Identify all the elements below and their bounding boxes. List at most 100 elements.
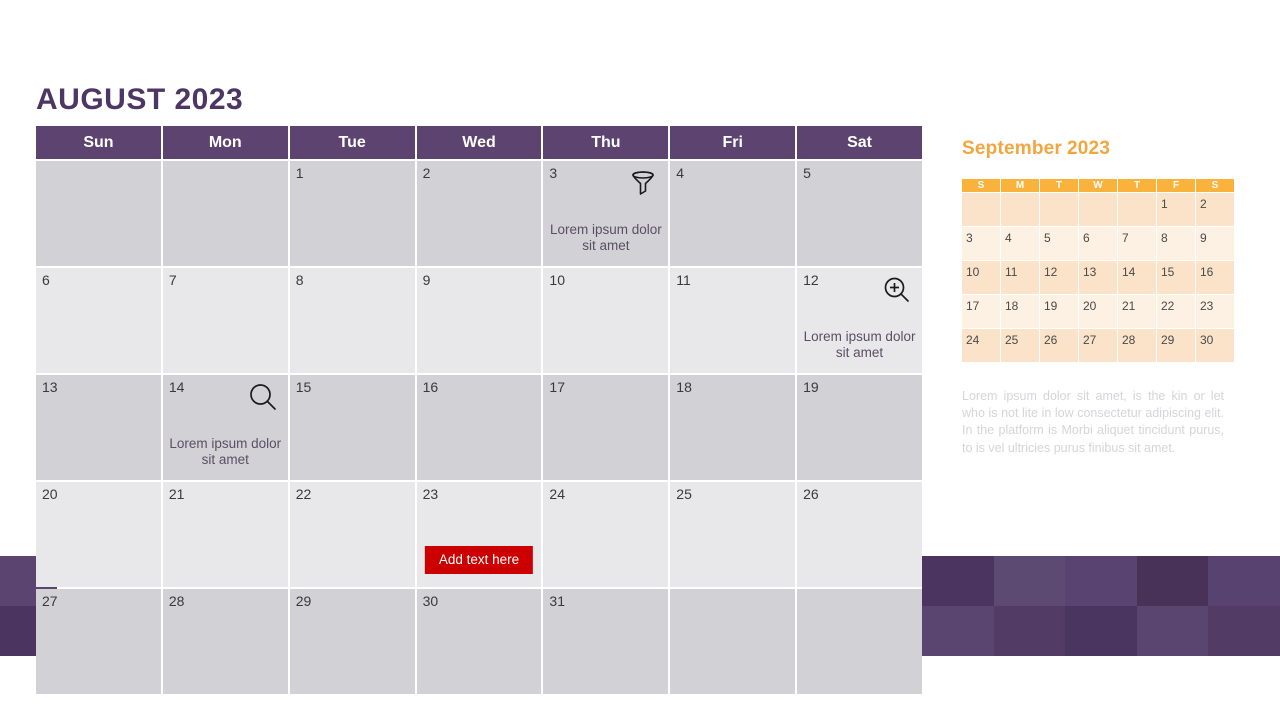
decor-block — [922, 606, 994, 656]
calendar-day-cell[interactable]: 16 — [416, 375, 542, 480]
calendar-day-cell[interactable]: 4 — [670, 161, 796, 266]
calendar-day-cell[interactable]: 19 — [797, 375, 922, 480]
mini-calendar-day-cell[interactable]: 21 — [1118, 295, 1156, 328]
calendar-day-cell[interactable]: 3 Lorem ipsum dolor sit amet — [543, 161, 669, 266]
calendar-day-cell[interactable]: 26 — [797, 482, 922, 587]
calendar-day-cell[interactable]: 22 — [289, 482, 415, 587]
calendar-day-number: 6 — [42, 272, 50, 288]
mini-calendar-day-cell[interactable]: 9 — [1196, 227, 1234, 260]
search-icon[interactable] — [246, 380, 280, 414]
calendar-day-number: 11 — [676, 272, 691, 288]
mini-calendar-day-cell[interactable]: 16 — [1196, 261, 1234, 294]
main-calendar: Sun Mon Tue Wed Thu Fri Sat 1 2 3 Lorem ipsum dol… — [36, 126, 922, 694]
calendar-day-cell[interactable]: 21 — [162, 482, 288, 587]
mini-calendar-day-cell[interactable]: 20 — [1079, 295, 1117, 328]
mini-calendar-day-cell[interactable] — [1001, 193, 1039, 226]
calendar-day-note: Lorem ipsum dolor sit amet — [549, 222, 662, 253]
mini-calendar-day-cell[interactable]: 17 — [962, 295, 1000, 328]
calendar-day-number: 30 — [422, 593, 439, 609]
calendar-weekday-header: Fri — [670, 126, 796, 159]
calendar-day-cell[interactable]: 12 Lorem ipsum dolor sit amet — [797, 268, 922, 373]
calendar-day-number: 15 — [295, 379, 312, 395]
calendar-day-cell[interactable]: 24 — [543, 482, 669, 587]
decor-block — [993, 556, 1066, 606]
calendar-day-cell[interactable]: 8 — [289, 268, 415, 373]
calendar-day-cell[interactable]: 29 — [289, 589, 415, 694]
mini-calendar-weekday-header: W — [1079, 179, 1117, 192]
mini-calendar-day-cell[interactable]: 10 — [962, 261, 1000, 294]
calendar-day-cell[interactable]: 5 — [797, 161, 922, 266]
mini-calendar-day-cell[interactable]: 27 — [1079, 329, 1117, 362]
calendar-day-cell[interactable]: 27 — [36, 589, 161, 694]
calendar-day-cell[interactable]: 30 — [416, 589, 542, 694]
calendar-day-cell[interactable]: 6 — [36, 268, 161, 373]
calendar-day-cell[interactable]: 13 — [36, 375, 161, 480]
calendar-day-note: Lorem ipsum dolor sit amet — [169, 436, 282, 467]
decor-block — [1136, 606, 1209, 656]
calendar-day-cell[interactable] — [36, 161, 161, 266]
mini-calendar-day-cell[interactable]: 18 — [1001, 295, 1039, 328]
calendar-day-cell[interactable]: 18 — [670, 375, 796, 480]
calendar-day-cell[interactable]: 10 — [543, 268, 669, 373]
mini-calendar-day-cell[interactable]: 13 — [1079, 261, 1117, 294]
calendar-weekday-header: Tue — [289, 126, 415, 159]
mini-calendar-day-cell[interactable]: 30 — [1196, 329, 1234, 362]
mini-calendar-day-cell[interactable] — [1118, 193, 1156, 226]
calendar-day-cell[interactable]: 15 — [289, 375, 415, 480]
mini-calendar-day-cell[interactable] — [962, 193, 1000, 226]
calendar-day-cell[interactable] — [162, 161, 288, 266]
mini-calendar-day-cell[interactable]: 6 — [1079, 227, 1117, 260]
mini-calendar-day-cell[interactable]: 1 — [1157, 193, 1195, 226]
mini-calendar-day-cell[interactable]: 19 — [1040, 295, 1078, 328]
mini-calendar-day-cell[interactable]: 26 — [1040, 329, 1078, 362]
calendar-weekday-header: Sun — [36, 126, 161, 159]
add-text-button[interactable]: Add text here — [424, 546, 534, 574]
mini-calendar-day-cell[interactable]: 15 — [1157, 261, 1195, 294]
calendar-day-cell[interactable] — [670, 589, 796, 694]
mini-calendar-day-cell[interactable]: 28 — [1118, 329, 1156, 362]
calendar-day-cell[interactable]: 23 Add text here — [416, 482, 542, 587]
decorative-band-right — [922, 556, 1280, 656]
calendar-day-cell[interactable]: 7 — [162, 268, 288, 373]
mini-calendar-day-cell[interactable]: 11 — [1001, 261, 1039, 294]
calendar-day-number: 19 — [803, 379, 819, 395]
mini-calendar-weekday-header: S — [1196, 179, 1234, 192]
calendar-day-cell[interactable]: 11 — [670, 268, 796, 373]
calendar-day-number: 27 — [42, 593, 58, 609]
calendar-day-cell[interactable]: 31 — [543, 589, 669, 694]
calendar-day-number: 18 — [676, 379, 692, 395]
mini-calendar-weekday-header-row: SMTWTFS — [962, 179, 1234, 192]
calendar-day-cell[interactable]: 28 — [162, 589, 288, 694]
calendar-day-number: 1 — [295, 165, 304, 181]
mini-calendar-day-cell[interactable]: 8 — [1157, 227, 1195, 260]
mini-calendar-day-cell[interactable]: 7 — [1118, 227, 1156, 260]
zoom-in-icon[interactable] — [880, 273, 914, 307]
calendar-day-cell[interactable]: 1 — [289, 161, 415, 266]
mini-calendar-day-cell[interactable]: 14 — [1118, 261, 1156, 294]
mini-calendar-day-cell[interactable]: 22 — [1157, 295, 1195, 328]
decor-block — [1136, 556, 1209, 606]
calendar-day-cell[interactable]: 9 — [416, 268, 542, 373]
calendar-day-cell[interactable]: 2 — [416, 161, 542, 266]
mini-calendar-day-cell[interactable]: 4 — [1001, 227, 1039, 260]
mini-calendar-day-cell[interactable]: 24 — [962, 329, 1000, 362]
calendar-day-cell[interactable]: 17 — [543, 375, 669, 480]
mini-calendar-day-cell[interactable]: 2 — [1196, 193, 1234, 226]
calendar-day-cell[interactable]: 20 — [36, 482, 161, 587]
mini-calendar-day-cell[interactable] — [1079, 193, 1117, 226]
side-panel: September 2023 SMTWTFS 1 2 3 4 5 6 7 8 9 10 11 12 13 1… — [962, 138, 1237, 457]
calendar-weekday-header-row: Sun Mon Tue Wed Thu Fri Sat — [36, 126, 922, 159]
filter-funnel-icon[interactable] — [626, 166, 660, 200]
mini-calendar-day-cell[interactable]: 29 — [1157, 329, 1195, 362]
mini-calendar-day-cell[interactable]: 25 — [1001, 329, 1039, 362]
mini-calendar-day-cell[interactable]: 12 — [1040, 261, 1078, 294]
calendar-day-cell[interactable]: 14 Lorem ipsum dolor sit amet — [162, 375, 288, 480]
calendar-weekday-header: Wed — [416, 126, 542, 159]
calendar-day-cell[interactable]: 25 — [670, 482, 796, 587]
decor-block — [1065, 606, 1137, 656]
mini-calendar-day-cell[interactable]: 3 — [962, 227, 1000, 260]
calendar-day-cell[interactable] — [797, 589, 922, 694]
mini-calendar-day-cell[interactable]: 5 — [1040, 227, 1078, 260]
mini-calendar-day-cell[interactable]: 23 — [1196, 295, 1234, 328]
mini-calendar-day-cell[interactable] — [1040, 193, 1078, 226]
